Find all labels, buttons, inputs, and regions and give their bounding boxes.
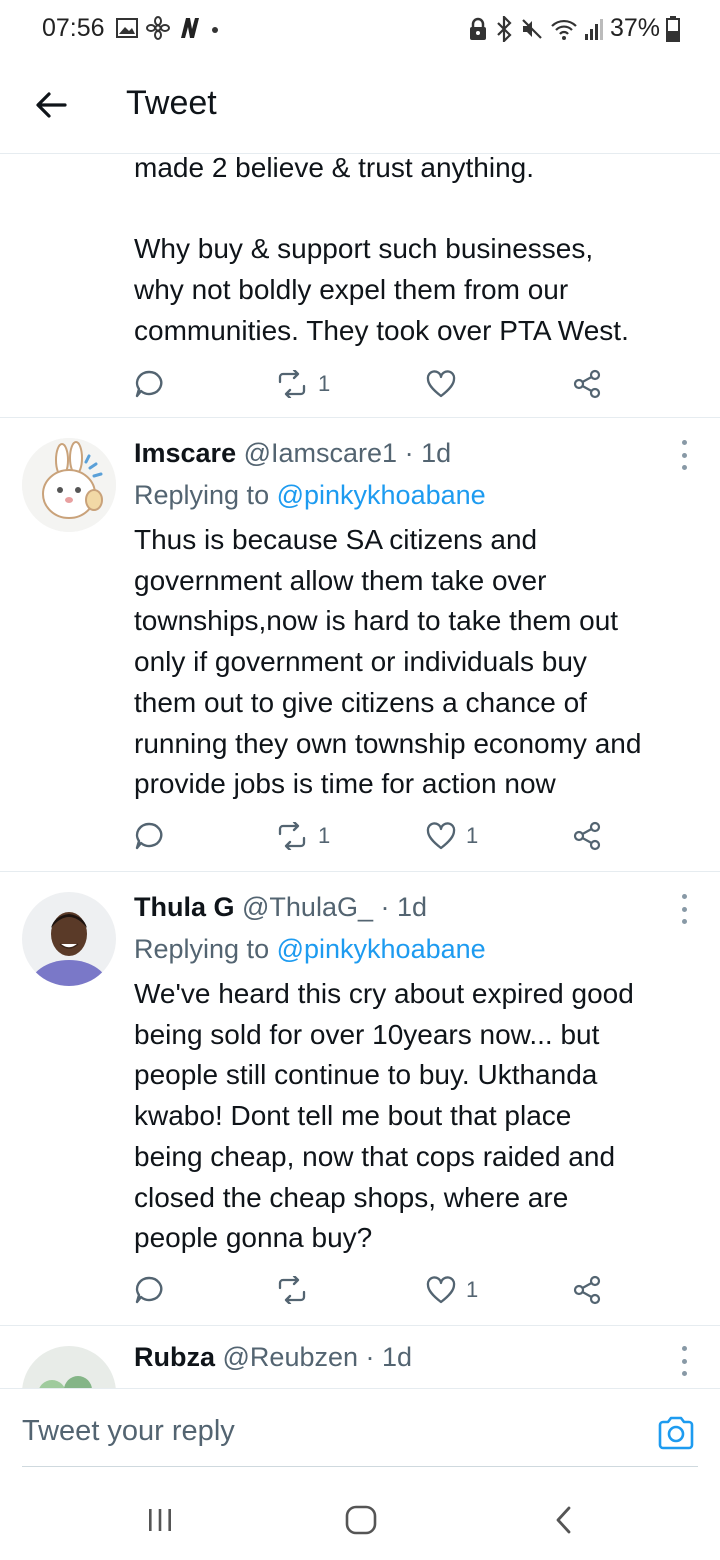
image-icon — [116, 18, 138, 38]
share-icon — [573, 821, 601, 851]
user-handle[interactable]: @Reubzen — [223, 1342, 359, 1372]
reply-icon — [135, 370, 163, 398]
battery-percent: 37% — [609, 14, 660, 42]
user-handle[interactable]: @ThulaG_ — [242, 892, 373, 922]
tweet-actions: 1 1 — [134, 816, 614, 856]
reply-input[interactable]: Tweet your reply — [22, 1415, 235, 1448]
reply-button[interactable] — [134, 1270, 164, 1310]
display-name[interactable]: Rubza — [134, 1342, 215, 1372]
tweet-item[interactable]: Imscare @Iamscare1 · 1d Replying to @pin… — [0, 418, 720, 872]
battery-icon — [666, 15, 680, 42]
recent-apps-icon — [149, 1509, 171, 1531]
system-nav-bar — [0, 1480, 720, 1560]
tweet-time: · 1d — [404, 438, 452, 468]
continued-tweet[interactable]: made 2 believe & trust anything. Why buy… — [0, 154, 720, 418]
replying-to: Replying to @pinkykhoabane — [134, 934, 486, 965]
tweet-actions: 1 — [134, 1270, 614, 1310]
status-bar: 07:56 37% — [0, 0, 720, 60]
retweet-icon — [278, 370, 306, 398]
tweet-time: · 1d — [380, 892, 428, 922]
reply-icon — [135, 822, 163, 850]
fan-icon — [146, 16, 170, 40]
home-button[interactable] — [341, 1500, 381, 1540]
back-icon — [556, 1506, 571, 1534]
heart-icon — [426, 370, 456, 398]
back-button[interactable] — [28, 82, 74, 128]
user-handle[interactable]: @Iamscare1 — [244, 438, 397, 468]
like-button[interactable]: 1 — [426, 1270, 478, 1310]
tweet-header: Imscare @Iamscare1 · 1d — [134, 438, 451, 469]
reply-bar: Tweet your reply — [0, 1388, 720, 1468]
status-time: 07:56 — [42, 14, 105, 42]
reply-button[interactable] — [134, 816, 164, 856]
reply-button[interactable] — [134, 364, 164, 404]
mention-link[interactable]: @pinkykhoabane — [277, 480, 486, 510]
tweet-item[interactable]: Rubza @Reubzen · 1d — [0, 1326, 720, 1388]
share-icon — [573, 1275, 601, 1305]
reply-divider — [22, 1466, 698, 1467]
camera-icon — [658, 1416, 694, 1450]
share-button[interactable] — [572, 364, 602, 404]
reply-icon — [135, 1276, 163, 1304]
more-options-button[interactable] — [676, 894, 692, 924]
more-options-button[interactable] — [676, 1346, 692, 1376]
app-header: Tweet — [0, 60, 720, 154]
share-icon — [573, 369, 601, 399]
page-title: Tweet — [126, 84, 217, 122]
retweet-button[interactable] — [276, 1270, 318, 1310]
share-button[interactable] — [572, 816, 602, 856]
replying-to-label: Replying to — [134, 934, 277, 964]
share-button[interactable] — [572, 1270, 602, 1310]
n-app-icon — [181, 18, 199, 38]
avatar[interactable] — [22, 1346, 116, 1388]
like-button[interactable] — [426, 364, 466, 404]
recent-apps-button[interactable] — [140, 1500, 180, 1540]
dot-icon — [212, 27, 218, 33]
lock-icon — [469, 17, 486, 40]
retweet-icon — [278, 1276, 306, 1304]
status-left-icons — [116, 16, 220, 40]
retweet-count: 1 — [318, 823, 331, 848]
replying-to-label: Replying to — [134, 480, 277, 510]
avatar[interactable] — [22, 892, 116, 986]
display-name[interactable]: Imscare — [134, 438, 236, 468]
like-button[interactable]: 1 — [426, 816, 478, 856]
display-name[interactable]: Thula G — [134, 892, 235, 922]
system-back-button[interactable] — [544, 1500, 584, 1540]
avatar[interactable] — [22, 438, 116, 532]
status-right-icons: 37% — [468, 14, 680, 43]
camera-button[interactable] — [656, 1413, 696, 1453]
retweet-icon — [278, 822, 306, 850]
heart-icon — [426, 1276, 456, 1304]
tweet-time: · 1d — [365, 1342, 413, 1372]
bluetooth-icon — [497, 15, 512, 42]
tweet-header: Rubza @Reubzen · 1d — [134, 1342, 412, 1373]
tweet-header: Thula G @ThulaG_ · 1d — [134, 892, 427, 923]
tweet-text: Thus is because SA citizens and governme… — [134, 524, 642, 800]
like-count: 1 — [466, 823, 479, 848]
wifi-icon — [551, 19, 577, 40]
person-avatar-icon — [22, 892, 116, 986]
mute-icon — [522, 18, 542, 39]
bunny-avatar-icon — [22, 438, 116, 532]
replying-to: Replying to @pinkykhoabane — [134, 480, 486, 511]
like-count: 1 — [466, 1277, 479, 1302]
more-options-button[interactable] — [676, 440, 692, 470]
tweet-text: We've heard this cry about expired good … — [134, 978, 634, 1254]
home-icon — [345, 1505, 377, 1535]
retweet-button[interactable]: 1 — [276, 364, 330, 404]
tweet-text: made 2 believe & trust anything. Why buy… — [134, 154, 629, 346]
signal-icon — [584, 18, 603, 40]
retweet-count: 1 — [318, 371, 331, 396]
marbles-avatar-icon — [22, 1346, 116, 1388]
heart-icon — [426, 822, 456, 850]
tweet-actions: 1 — [134, 364, 614, 404]
tweet-item[interactable]: Thula G @ThulaG_ · 1d Replying to @pinky… — [0, 872, 720, 1326]
arrow-left-icon — [36, 92, 67, 118]
tweet-thread[interactable]: made 2 believe & trust anything. Why buy… — [0, 154, 720, 1388]
retweet-button[interactable]: 1 — [276, 816, 330, 856]
mention-link[interactable]: @pinkykhoabane — [277, 934, 486, 964]
